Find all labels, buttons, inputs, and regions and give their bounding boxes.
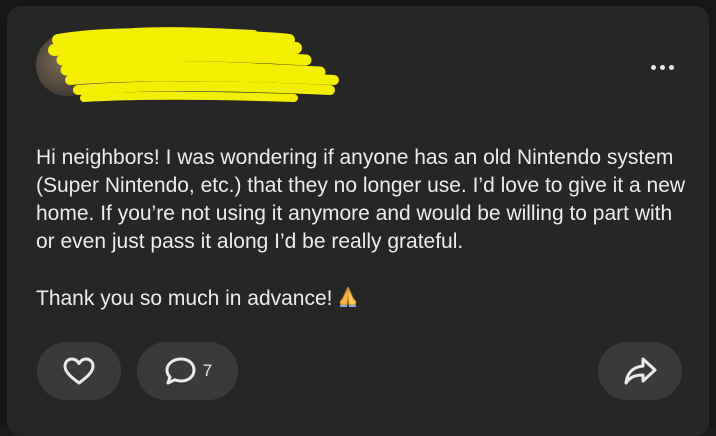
- heart-icon: [63, 357, 95, 385]
- share-button[interactable]: [598, 342, 682, 400]
- post-paragraph-1: Hi neighbors! I was wondering if anyone …: [36, 146, 686, 253]
- post-body: Hi neighbors! I was wondering if anyone …: [36, 144, 696, 316]
- app-frame: Mi Hi neighbors! I was wondering if anyo…: [0, 0, 716, 436]
- more-options-icon: [650, 64, 656, 70]
- more-options-button[interactable]: [644, 52, 680, 82]
- folded-hands-emoji-icon: [337, 284, 359, 316]
- post-paragraph-2: Thank you so much in advance!: [36, 284, 696, 316]
- speech-bubble-icon: [165, 357, 196, 385]
- redaction-scribble: [48, 27, 339, 102]
- share-arrow-icon: [624, 357, 657, 385]
- like-button[interactable]: [37, 342, 121, 400]
- comment-button[interactable]: 7: [137, 342, 238, 400]
- comment-count: 7: [202, 361, 213, 380]
- post-paragraph-2-text: Thank you so much in advance!: [36, 287, 333, 310]
